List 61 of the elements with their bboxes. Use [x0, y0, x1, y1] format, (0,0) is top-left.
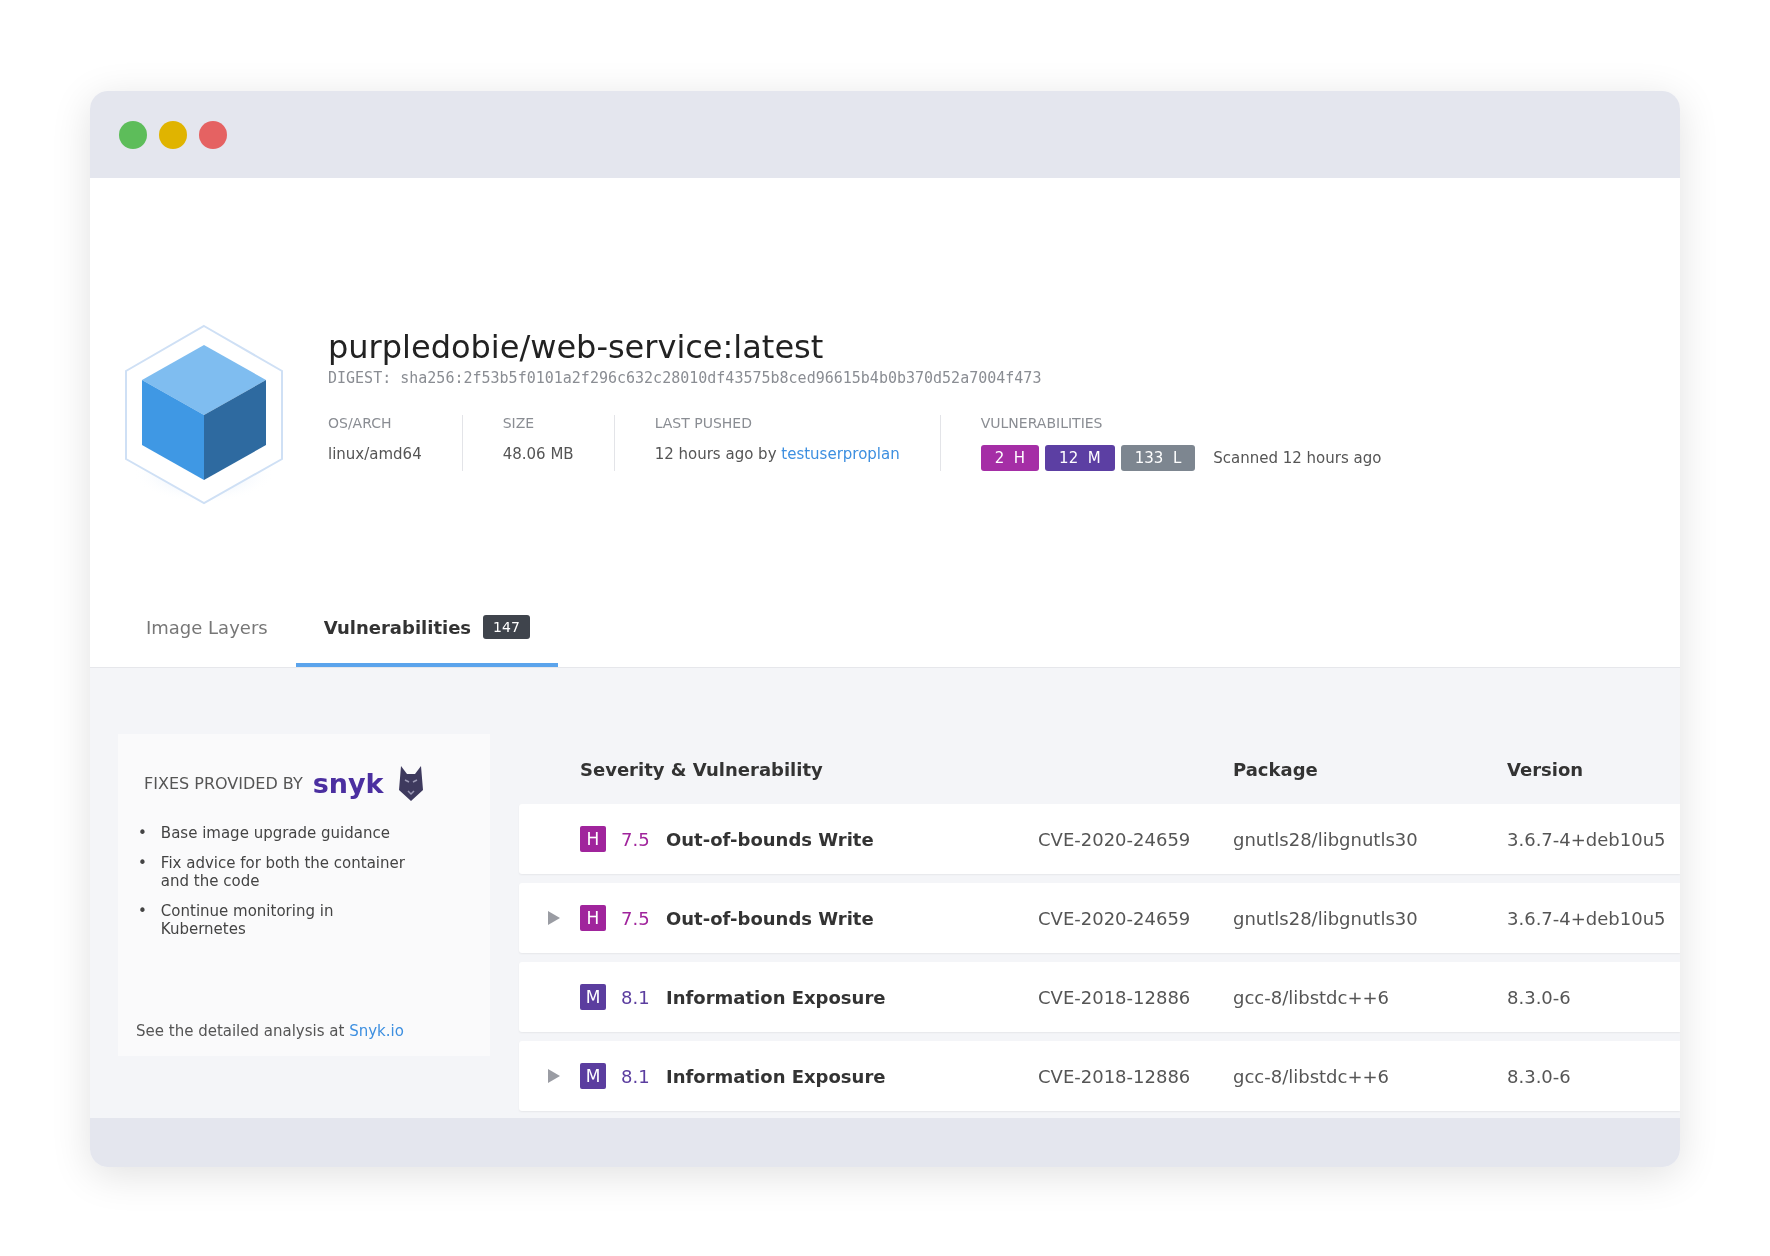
- feature-item: Fix advice for both the container and the code: [160, 854, 406, 890]
- cve-id: CVE-2020-24659: [1038, 828, 1192, 850]
- cve-id: CVE-2018-12886: [1038, 1065, 1192, 1087]
- meta-label: OS/ARCH: [328, 415, 393, 431]
- column-header: Severity & Vulnerability: [580, 758, 824, 780]
- severity-count-badge: 12 M: [1045, 445, 1115, 471]
- column-header: Version: [1507, 758, 1585, 780]
- image-title: purpledobie/web-service:latest: [328, 327, 825, 367]
- vulnerability-name: Information Exposure: [666, 1065, 887, 1087]
- vulnerability-row[interactable]: M 8.1 Information Exposure CVE-2018-12886 gcc-8/libstdc++6 8.3.0-6: [519, 962, 1680, 1032]
- version-text: 8.3.0-6: [1507, 986, 1572, 1008]
- severity-badge: H: [580, 826, 606, 852]
- count-badge: 147: [483, 615, 530, 639]
- meta-value: 48.06 MB: [502, 445, 574, 463]
- severity-badge: H: [580, 905, 606, 931]
- version-text: 3.6.7-4+deb10u5: [1507, 907, 1667, 929]
- meta-label: LAST PUSHED: [654, 415, 753, 431]
- expand-icon[interactable]: [548, 1069, 560, 1083]
- severity-count-badge: 2 H: [980, 445, 1040, 471]
- version-text: 3.6.7-4+deb10u5: [1507, 828, 1667, 850]
- package-name: gcc-8/libstdc++6: [1233, 986, 1391, 1008]
- panel-heading: FIXES PROVIDED BY: [144, 773, 303, 793]
- meta-value: 12 hours ago by testuserproplan: [654, 445, 900, 463]
- cve-id: CVE-2018-12886: [1038, 986, 1192, 1008]
- bullet: •: [138, 824, 147, 842]
- column-header: Package: [1233, 758, 1319, 780]
- package-name: gcc-8/libstdc++6: [1233, 1065, 1391, 1087]
- feature-item: Base image upgrade guidance: [160, 824, 390, 842]
- severity-count-badge: 133 L: [1120, 445, 1196, 471]
- severity-badge: M: [580, 1063, 606, 1089]
- cve-id: CVE-2020-24659: [1038, 907, 1192, 929]
- window-button[interactable]: [159, 120, 187, 149]
- score-text: 8.1: [621, 986, 651, 1008]
- score-text: 8.1: [621, 1065, 651, 1087]
- score-text: 7.5: [621, 828, 651, 850]
- bullet: •: [138, 854, 147, 872]
- score-text: 7.5: [621, 907, 651, 929]
- vulnerability-name: Out-of-bounds Write: [666, 907, 875, 929]
- version-text: 8.3.0-6: [1507, 1065, 1572, 1087]
- feature-item: Continue monitoring in Kubernetes: [160, 902, 335, 938]
- package-name: gnutls28/libgnutls30: [1233, 907, 1419, 929]
- package-name: gnutls28/libgnutls30: [1233, 828, 1419, 850]
- tab[interactable]: Image Layers: [118, 591, 296, 667]
- meta-value: linux/amd64: [328, 445, 422, 463]
- vulnerability-name: Information Exposure: [666, 986, 887, 1008]
- bullet: •: [138, 902, 147, 920]
- severity-badge: M: [580, 984, 606, 1010]
- meta-label: SIZE: [502, 415, 536, 431]
- meta-label: VULNERABILITIES: [980, 415, 1104, 431]
- vulnerability-row[interactable]: M 8.1 Information Exposure CVE-2018-12886 gcc-8/libstdc++6 8.3.0-6: [519, 1041, 1680, 1111]
- brand-logo: snyk: [312, 767, 384, 799]
- vulnerability-row[interactable]: H 7.5 Out-of-bounds Write CVE-2020-24659 gnutls28/libgnutls30 3.6.7-4+deb10u5: [519, 883, 1680, 953]
- analysis-text: See the detailed analysis at Snyk.io: [136, 1022, 405, 1040]
- dog-head-icon: [397, 764, 424, 802]
- vulnerability-row[interactable]: H 7.5 Out-of-bounds Write CVE-2020-24659 gnutls28/libgnutls30 3.6.7-4+deb10u5: [519, 804, 1680, 874]
- vulnerability-name: Out-of-bounds Write: [666, 828, 875, 850]
- window-button[interactable]: [199, 120, 227, 149]
- digest-text: DIGEST: sha256:2f53b5f0101a2f296c632c28010df43575b8ced96615b4b0b370d52a7004f473: [328, 369, 1043, 387]
- window-button[interactable]: [119, 120, 147, 149]
- scanned-text: Scanned 12 hours ago: [1213, 449, 1382, 467]
- expand-icon[interactable]: [548, 911, 560, 925]
